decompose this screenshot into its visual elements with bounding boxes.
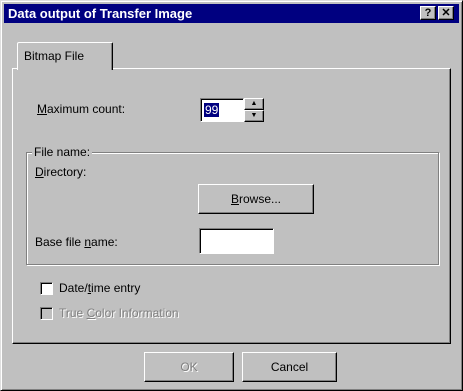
tab-bitmap-file[interactable]: Bitmap File <box>17 42 113 70</box>
spin-up-arrow-icon[interactable]: ▲ <box>244 98 264 110</box>
label-prefix: True <box>59 306 87 320</box>
true-color-label: True Color Information <box>59 306 179 320</box>
label-prefix: Base file <box>35 235 85 249</box>
base-file-name-input[interactable] <box>199 228 274 254</box>
browse-button[interactable]: Browse... <box>198 184 314 214</box>
dialog-window: Data output of Transfer Image ? ✕ Bitmap… <box>0 0 463 391</box>
tab-label: Bitmap File <box>24 49 85 63</box>
maximum-count-spinner[interactable]: ▲ ▼ <box>244 98 264 122</box>
help-button[interactable]: ? <box>420 6 436 20</box>
label-hotkey: B <box>230 192 239 206</box>
maximum-count-value: 99 <box>204 103 220 117</box>
label-suffix: irectory: <box>43 165 87 179</box>
window-title: Data output of Transfer Image <box>8 6 193 21</box>
label-suffix: rowse... <box>239 192 282 206</box>
label-hotkey: M <box>37 102 47 116</box>
label-suffix: ame: <box>91 235 118 249</box>
cancel-button[interactable]: Cancel <box>242 352 337 382</box>
spin-down-arrow-icon[interactable]: ▼ <box>244 110 264 122</box>
date-time-checkbox[interactable] <box>40 282 53 295</box>
title-bar: Data output of Transfer Image ? ✕ <box>4 4 459 23</box>
ok-button-label: OK <box>180 360 198 374</box>
maximum-count-label: Maximum count: <box>37 102 125 116</box>
base-file-name-label: Base file name: <box>35 235 118 249</box>
close-button[interactable]: ✕ <box>438 6 454 20</box>
label-suffix: ime entry <box>91 281 141 295</box>
true-color-checkbox[interactable] <box>40 307 53 320</box>
ok-button[interactable]: OK <box>144 352 234 382</box>
file-name-group-label: File name: <box>32 145 93 159</box>
maximum-count-input[interactable]: 99 <box>200 98 244 122</box>
label-hotkey: C <box>86 306 96 320</box>
date-time-label[interactable]: Date/time entry <box>59 281 140 295</box>
label-prefix: Date/ <box>59 281 88 295</box>
label-suffix: olor Information <box>95 306 179 320</box>
directory-label: Directory: <box>35 165 86 179</box>
label-suffix: aximum count: <box>47 102 126 116</box>
cancel-button-label: Cancel <box>270 360 309 374</box>
browse-button-label: Browse... <box>199 192 313 206</box>
label-hotkey: D <box>35 165 44 179</box>
